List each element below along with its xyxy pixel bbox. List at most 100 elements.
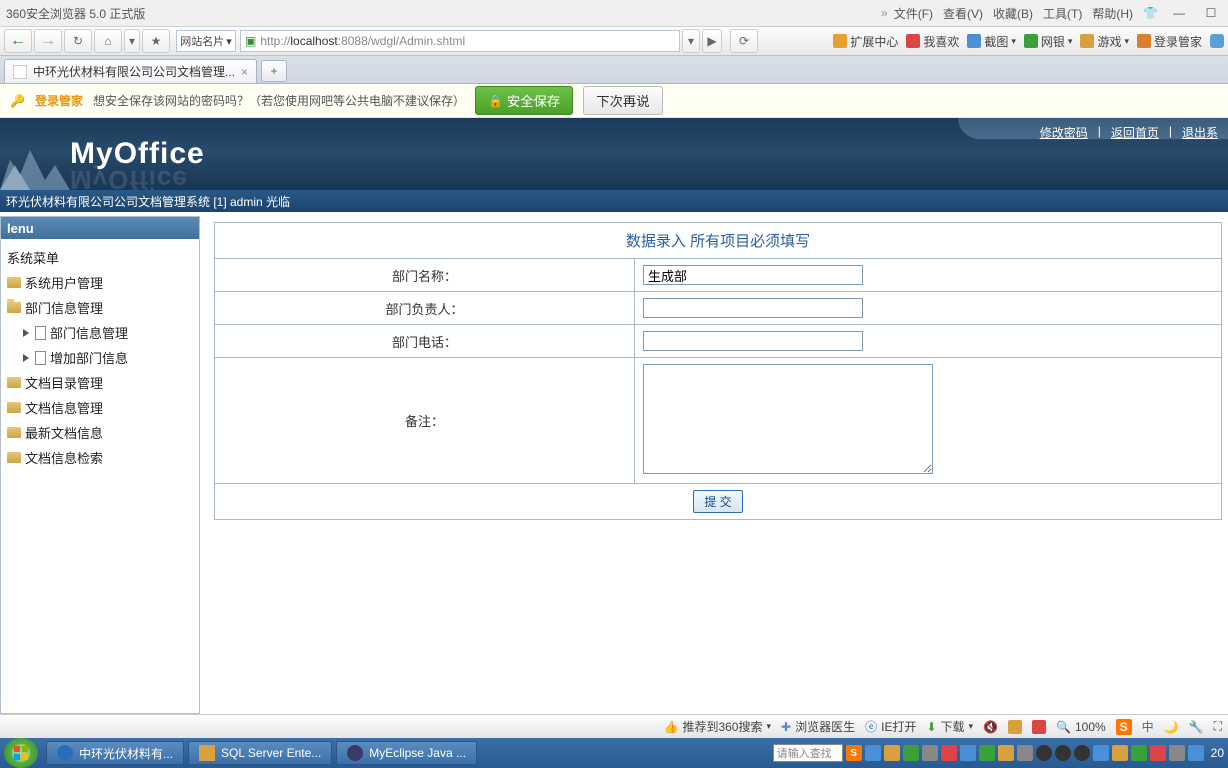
task-myeclipse[interactable]: MyEclipse Java ... — [336, 741, 477, 765]
footer-tool-icon[interactable]: 🔧 — [1189, 720, 1204, 734]
link-change-pwd[interactable]: 修改密码 — [1040, 124, 1088, 141]
input-dept-name[interactable] — [643, 265, 863, 285]
menu-dept-info-mgmt[interactable]: 部门信息管理 — [5, 320, 195, 345]
textarea-remark[interactable] — [643, 364, 933, 474]
sidebar-menu: 系统菜单 系统用户管理 部门信息管理 部门信息管理 增加部门信息 文档目录管理 … — [1, 239, 199, 476]
ie-open[interactable]: ⓔIE打开 — [865, 718, 916, 735]
link-logout[interactable]: 退出系 — [1182, 124, 1218, 141]
more-icon[interactable] — [1210, 34, 1224, 48]
new-tab-button[interactable]: + — [261, 60, 287, 82]
lock-icon: 🔒 — [488, 94, 503, 108]
tray-ico16[interactable] — [1131, 745, 1147, 761]
zoom[interactable]: 🔍100% — [1056, 720, 1106, 734]
menu-user-mgmt[interactable]: 系统用户管理 — [5, 270, 195, 295]
tray-qq2-icon[interactable] — [1055, 745, 1071, 761]
footer-expand-icon[interactable]: ⛶ — [1214, 719, 1222, 734]
tray-ico18[interactable] — [1169, 745, 1185, 761]
tray-ico3[interactable] — [884, 745, 900, 761]
back-button[interactable]: ← — [4, 29, 32, 53]
menu-file[interactable]: 文件(F) — [894, 5, 933, 22]
task-sqlserver[interactable]: SQL Server Ente... — [188, 741, 332, 765]
game-btn[interactable]: 游戏▾ — [1080, 33, 1129, 50]
task-app1[interactable]: 中环光伏材料有... — [46, 741, 184, 765]
input-dept-head[interactable] — [643, 298, 863, 318]
download[interactable]: ⬇下载▾ — [926, 718, 973, 735]
tray-volume-icon[interactable] — [1188, 745, 1204, 761]
dropdown-button[interactable]: ▾ — [124, 29, 140, 53]
save-bar-msg: 想安全保存该网站的密码吗？（若您使用网吧等公共电脑不建议保存） — [93, 92, 465, 109]
tray-time: 20 — [1211, 746, 1224, 760]
windows-icon — [11, 743, 31, 763]
footer-bar: 👍推荐到360搜索▾ ✚浏览器医生 ⓔIE打开 ⬇下载▾ 🔇 🔍100% S 中… — [0, 714, 1228, 738]
browser-menus: 文件(F) 查看(V) 收藏(B) 工具(T) 帮助(H) 👕 — ☐ — [894, 5, 1222, 22]
footer-moon-icon[interactable]: 🌙 — [1164, 720, 1179, 734]
save-password-bar: 🔑 登录管家 想安全保存该网站的密码吗？（若您使用网吧等公共电脑不建议保存） 🔒… — [0, 84, 1228, 118]
menu-fav[interactable]: 收藏(B) — [993, 5, 1033, 22]
tray-qq3-icon[interactable] — [1074, 745, 1090, 761]
tray-ico15[interactable] — [1112, 745, 1128, 761]
footer-sogou-icon[interactable]: S — [1116, 719, 1132, 735]
input-dept-phone[interactable] — [643, 331, 863, 351]
address-bar[interactable]: ▣ http://localhost:8088/wdgl/Admin.shtml — [240, 30, 680, 52]
forward-button[interactable]: → — [34, 29, 62, 53]
tray-ico10[interactable] — [1017, 745, 1033, 761]
screenshot-btn[interactable]: 截图▾ — [967, 33, 1016, 50]
menu-help[interactable]: 帮助(H) — [1092, 5, 1133, 22]
menu-add-dept[interactable]: 增加部门信息 — [5, 345, 195, 370]
nav-toolbar: ← → ↻ ⌂ ▾ ★ 网站名片▾ ▣ http://localhost:808… — [0, 26, 1228, 56]
tray-ico6[interactable] — [941, 745, 957, 761]
addr-dropdown[interactable]: ▾ — [682, 29, 700, 53]
submit-button[interactable]: 提 交 — [693, 490, 742, 513]
menu-latest-doc[interactable]: 最新文档信息 — [5, 420, 195, 445]
tab-close-icon[interactable]: × — [241, 65, 248, 79]
menu-doc-catalog[interactable]: 文档目录管理 — [5, 370, 195, 395]
link-home[interactable]: 返回首页 — [1111, 124, 1159, 141]
address-label[interactable]: 网站名片▾ — [176, 30, 236, 52]
recommend-360[interactable]: 👍推荐到360搜索▾ — [664, 718, 772, 735]
tray-search[interactable]: 请输入查找 — [773, 744, 843, 762]
tray-ico9[interactable] — [998, 745, 1014, 761]
tray-ico2[interactable] — [865, 745, 881, 761]
menu-tools[interactable]: 工具(T) — [1043, 5, 1082, 22]
netbank-btn[interactable]: 网银▾ — [1024, 33, 1073, 50]
save-bar-lead: 登录管家 — [35, 92, 83, 109]
mute-icon[interactable]: 🔇 — [983, 720, 998, 734]
tray-ico4[interactable] — [903, 745, 919, 761]
tray-ico7[interactable] — [960, 745, 976, 761]
menu-dept-info[interactable]: 部门信息管理 — [5, 295, 195, 320]
browser-doctor[interactable]: ✚浏览器医生 — [781, 718, 855, 735]
footer-ico2[interactable] — [1032, 720, 1046, 734]
folder-icon — [7, 377, 21, 388]
taskbar: 中环光伏材料有... SQL Server Ente... MyEclipse … — [0, 738, 1228, 768]
shirt-icon[interactable]: 👕 — [1143, 6, 1158, 20]
tray-sogou-icon[interactable]: S — [846, 745, 862, 761]
footer-ime-cn[interactable]: 中 — [1142, 718, 1154, 735]
home-button[interactable]: ⌂ — [94, 29, 122, 53]
ext-center[interactable]: 扩展中心 — [833, 33, 898, 50]
menu-doc-search[interactable]: 文档信息检索 — [5, 445, 195, 470]
refresh2-button[interactable]: ⟳ — [730, 29, 758, 53]
app-header: MyOffice MyOffice 修改密码| 返回首页| 退出系 — [0, 118, 1228, 190]
minimize-icon[interactable]: — — [1168, 6, 1190, 20]
save-secure-button[interactable]: 🔒安全保存 — [475, 86, 573, 115]
login-mgr-btn[interactable]: 登录管家 — [1137, 33, 1202, 50]
browser-title-bar: 360安全浏览器 5.0 正式版 » 文件(F) 查看(V) 收藏(B) 工具(… — [0, 0, 1228, 26]
start-button[interactable] — [4, 738, 38, 768]
menu-doc-info[interactable]: 文档信息管理 — [5, 395, 195, 420]
menu-view[interactable]: 查看(V) — [943, 5, 983, 22]
reload-button[interactable]: ↻ — [64, 29, 92, 53]
star-button[interactable]: ★ — [142, 29, 170, 53]
later-button[interactable]: 下次再说 — [583, 86, 662, 115]
footer-ico1[interactable] — [1008, 720, 1022, 734]
folder-icon — [7, 427, 21, 438]
tray-ico14[interactable] — [1093, 745, 1109, 761]
tray-ico5[interactable] — [922, 745, 938, 761]
tray-ico8[interactable] — [979, 745, 995, 761]
arrow-icon — [23, 354, 29, 362]
like-btn[interactable]: 我喜欢 — [906, 33, 959, 50]
tab-active[interactable]: 中环光伏材料有限公司公司文档管理... × — [4, 59, 257, 83]
go-button[interactable]: ▶ — [702, 29, 722, 53]
tray-ico17[interactable] — [1150, 745, 1166, 761]
maximize-icon[interactable]: ☐ — [1200, 6, 1222, 20]
tray-qq1-icon[interactable] — [1036, 745, 1052, 761]
